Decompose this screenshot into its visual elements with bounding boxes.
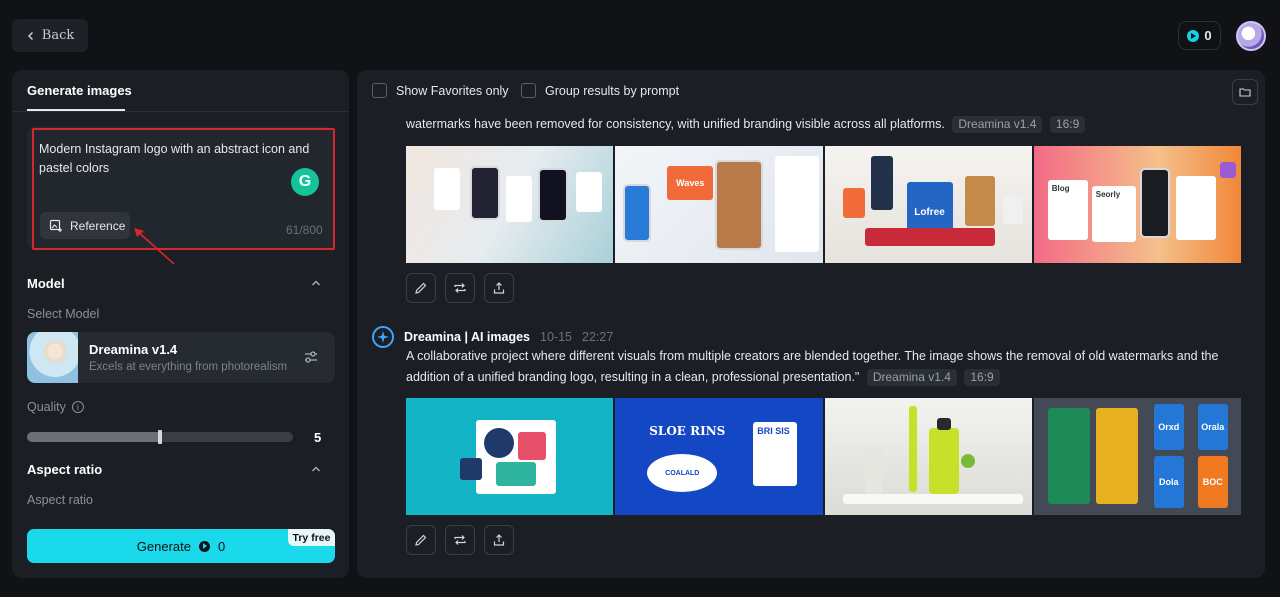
grammarly-icon[interactable]: G [291, 168, 319, 196]
model-description: Excels at everything from photorealism [89, 361, 288, 373]
reference-button[interactable]: Reference [40, 212, 130, 239]
ratio-tag: 16:9 [964, 369, 1000, 386]
tile-label-boc: BOC [1197, 456, 1228, 508]
tile-label-coalald: COALALD [647, 454, 718, 492]
generate-cost: 0 [217, 538, 226, 554]
tile-label-blog: Blog [1047, 180, 1088, 240]
show-favorites-toggle[interactable]: Show Favorites only [372, 83, 509, 98]
back-button[interactable]: Back [12, 19, 88, 52]
show-favorites-label: Show Favorites only [396, 83, 509, 98]
result-image[interactable]: Lofree [824, 146, 1032, 263]
author-name: Dreamina | AI images [404, 330, 531, 344]
result2-actions [406, 525, 514, 555]
chevron-left-icon [27, 31, 33, 40]
edit-button[interactable] [406, 273, 436, 303]
chevron-up-icon[interactable] [310, 277, 322, 289]
sliders-icon[interactable] [302, 348, 320, 366]
result-image[interactable]: Orxd Orala Dola BOC [1033, 398, 1241, 515]
generate-panel: Generate images Modern Instagram logo wi… [12, 70, 349, 578]
tile-label-dola: Dola [1153, 456, 1184, 508]
model-tag: Dreamina v1.4 [866, 369, 957, 386]
result1-text: watermarks have been removed for consist… [406, 117, 945, 131]
aspect-ratio-section-title: Aspect ratio [27, 462, 103, 477]
prompt-text[interactable]: Modern Instagram logo with an abstract i… [39, 140, 329, 178]
edit-button[interactable] [406, 525, 436, 555]
result2-author-row: Dreamina | AI images 10-15 22:27 [372, 326, 613, 348]
quality-slider-fill [27, 432, 160, 442]
image-add-icon [49, 219, 62, 232]
share-button[interactable] [484, 525, 514, 555]
upload-icon [493, 534, 505, 546]
tile-label-seorly: Seorly [1091, 186, 1136, 242]
model-name: Dreamina v1.4 [89, 342, 178, 357]
quality-label: Quality [27, 400, 66, 414]
result-prompt-text: A collaborative project where different … [406, 346, 1246, 388]
tab-divider [12, 111, 349, 112]
credits-count: 0 [1204, 28, 1212, 43]
dreamina-logo-icon [372, 326, 394, 348]
pencil-icon [415, 282, 427, 294]
upload-icon [493, 282, 505, 294]
result-image[interactable] [406, 398, 614, 515]
result-image[interactable] [824, 398, 1032, 515]
tile-label-orxd: Orxd [1153, 404, 1184, 450]
ratio-tag: 16:9 [1049, 116, 1086, 133]
result-image[interactable] [406, 146, 614, 263]
chevron-up-icon[interactable] [310, 463, 322, 475]
back-label: Back [41, 28, 75, 43]
repeat-icon [454, 283, 466, 293]
tile-label-right: BRI SIS [753, 422, 798, 486]
tile-label-orala: Orala [1197, 404, 1228, 450]
result2-text: A collaborative project where different … [406, 349, 1219, 384]
reference-label: Reference [70, 218, 126, 233]
regenerate-button[interactable] [445, 525, 475, 555]
result1-image-row: Waves Lofree Blog Seorly [406, 146, 1241, 263]
model-tag: Dreamina v1.4 [952, 116, 1043, 133]
result2-image-row: SLOE RINS COALALD BRI SIS Orxd Orala Dol… [406, 398, 1241, 515]
model-selector[interactable]: Dreamina v1.4 Excels at everything from … [27, 332, 335, 383]
credits-badge[interactable]: 0 [1178, 21, 1221, 50]
model-section-title: Model [27, 276, 65, 291]
credit-coin-icon [1187, 29, 1200, 42]
character-count: 61/800 [286, 223, 323, 237]
model-thumbnail [27, 332, 78, 383]
quality-value: 5 [314, 430, 322, 445]
info-icon[interactable]: i [71, 401, 84, 413]
result-date: 10-15 [540, 330, 572, 344]
checkbox[interactable] [372, 83, 387, 98]
checkbox[interactable] [521, 83, 536, 98]
result1-actions [406, 273, 514, 303]
result-image[interactable]: SLOE RINS COALALD BRI SIS [615, 398, 823, 515]
result-prompt-text: watermarks have been removed for consist… [406, 114, 1246, 135]
select-model-label: Select Model [27, 307, 100, 321]
quality-slider-handle[interactable] [158, 430, 162, 444]
share-button[interactable] [484, 273, 514, 303]
regenerate-button[interactable] [445, 273, 475, 303]
result-time: 22:27 [582, 330, 614, 344]
repeat-icon [454, 535, 466, 545]
group-by-prompt-toggle[interactable]: Group results by prompt [521, 83, 679, 98]
aspect-ratio-label: Aspect ratio [27, 493, 94, 507]
tab-generate-images[interactable]: Generate images [27, 83, 132, 98]
group-by-prompt-label: Group results by prompt [545, 83, 680, 98]
generate-label: Generate [136, 538, 191, 554]
credit-coin-icon [198, 540, 210, 552]
avatar[interactable] [1236, 21, 1266, 51]
result-image[interactable]: Waves [615, 146, 823, 263]
quality-slider[interactable] [27, 430, 293, 444]
tile-label-waves: Waves [667, 166, 714, 200]
tile-label-left: SLOE RINS [649, 424, 726, 438]
annotation-arrow-icon [134, 228, 175, 265]
pencil-icon [415, 534, 427, 546]
folder-button[interactable] [1232, 79, 1258, 105]
folder-icon [1239, 88, 1251, 97]
quality-row: Quality i [27, 400, 84, 414]
result-image[interactable]: Blog Seorly [1033, 146, 1241, 263]
try-free-badge: Try free [288, 529, 335, 546]
results-panel: Show Favorites only Group results by pro… [357, 70, 1265, 578]
